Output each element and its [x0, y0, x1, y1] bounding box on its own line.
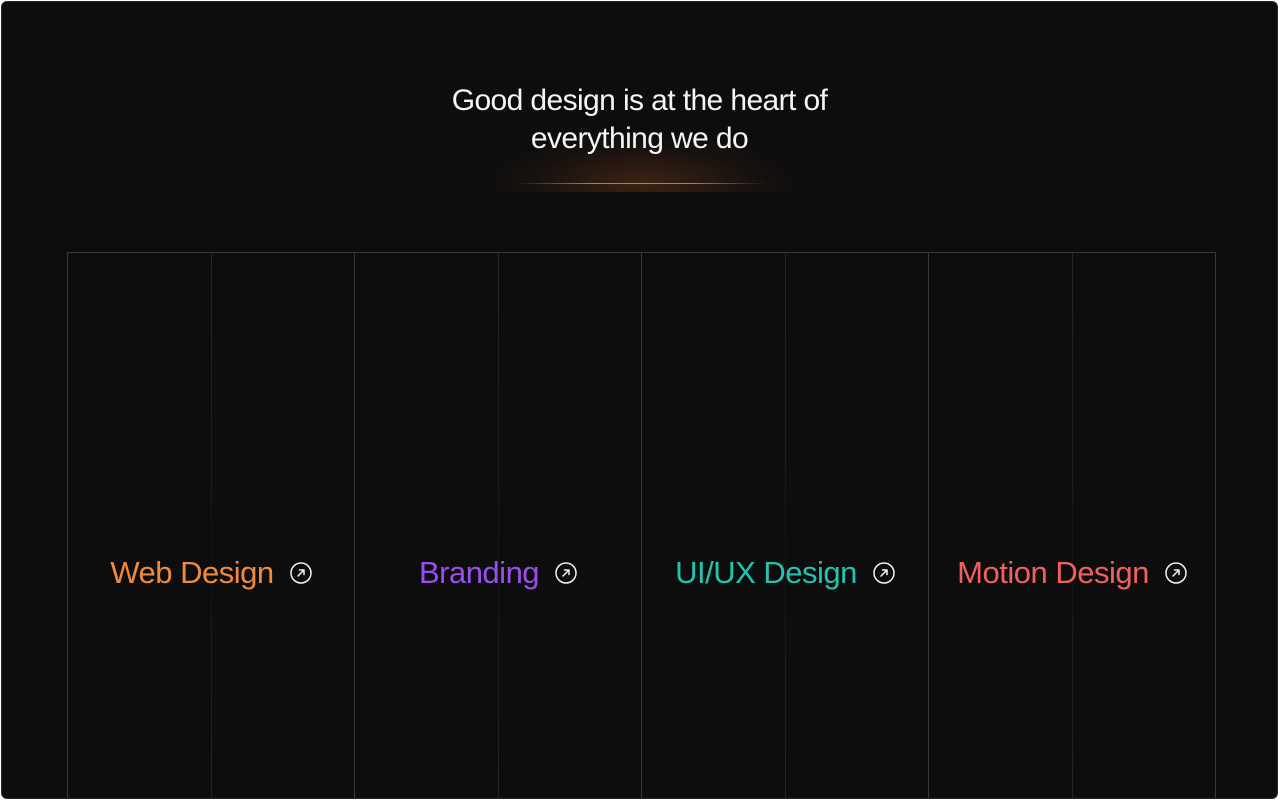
arrow-up-right-circle-icon — [1165, 562, 1187, 584]
service-link-ui-ux-design[interactable]: UI/UX Design — [642, 555, 928, 591]
service-label: UI/UX Design — [675, 555, 857, 590]
service-card-web-design: Web Design — [68, 253, 355, 798]
service-card-ui-ux-design: UI/UX Design — [642, 253, 929, 798]
service-label: Branding — [418, 555, 540, 590]
services-grid: Web Design Branding UI/UX Design Motion … — [67, 252, 1216, 798]
headline-underline — [517, 183, 767, 184]
cell-divider — [785, 253, 786, 798]
service-link-branding[interactable]: Branding — [355, 555, 641, 591]
service-label: Web Design — [110, 555, 274, 590]
headline-line-2: everything we do — [530, 122, 749, 155]
page-headline: Good design is at the heart of everythin… — [410, 82, 870, 158]
headline-section: Good design is at the heart of everythin… — [2, 82, 1277, 158]
arrow-up-right-circle-icon — [555, 562, 577, 584]
cell-divider — [498, 253, 499, 798]
headline-line-1: Good design is at the heart of — [451, 84, 828, 117]
arrow-up-right-circle-icon — [873, 562, 895, 584]
page-frame: Good design is at the heart of everythin… — [1, 1, 1278, 799]
service-card-branding: Branding — [355, 253, 642, 798]
service-card-motion-design: Motion Design — [929, 253, 1215, 798]
service-link-web-design[interactable]: Web Design — [68, 555, 354, 591]
cell-divider — [211, 253, 212, 798]
cell-divider — [1072, 253, 1073, 798]
service-link-motion-design[interactable]: Motion Design — [929, 555, 1215, 591]
arrow-up-right-circle-icon — [289, 562, 312, 584]
service-label: Motion Design — [957, 555, 1149, 590]
